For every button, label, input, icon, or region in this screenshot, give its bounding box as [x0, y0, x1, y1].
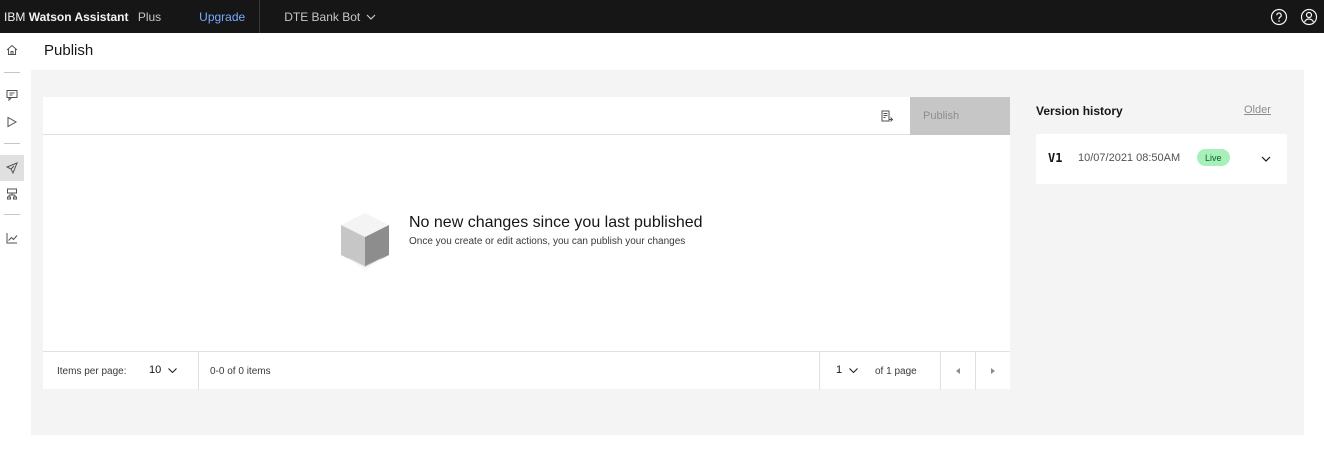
product-name[interactable]: IBM Watson Assistant Plus [4, 10, 161, 24]
top-header: IBM Watson Assistant Plus Upgrade DTE Ba… [0, 0, 1324, 33]
page-number: 1 [836, 364, 843, 376]
live-status-badge: Live [1197, 149, 1230, 166]
item-range: 0-0 of 0 items [210, 366, 271, 377]
publish-button[interactable]: Publish [910, 97, 1010, 135]
items-per-page-select[interactable]: 10 [149, 364, 178, 376]
rail-divider [4, 143, 20, 144]
empty-state-title: No new changes since you last published [409, 214, 703, 231]
upgrade-link[interactable]: Upgrade [199, 10, 245, 24]
version-item[interactable]: V1 10/07/2021 08:50AM Live [1036, 134, 1287, 184]
publish-icon[interactable] [0, 155, 24, 181]
items-per-page-label: Items per page: [57, 366, 127, 377]
home-icon[interactable] [4, 42, 20, 58]
header-divider [259, 0, 261, 33]
changes-table: Publish No new changes since you last pu… [43, 97, 1010, 390]
export-icon[interactable] [879, 108, 895, 124]
chevron-down-icon [168, 367, 178, 373]
version-history-title: Version history [1036, 104, 1123, 118]
chevron-down-icon [366, 14, 376, 20]
total-pages: of 1 page [875, 366, 917, 377]
help-icon[interactable] [1264, 0, 1294, 33]
page-title: Publish [44, 42, 94, 59]
rail-divider [4, 72, 20, 73]
empty-box-icon [341, 213, 389, 271]
chevron-down-icon [849, 367, 858, 373]
caret-left-icon [956, 368, 960, 374]
assistant-name: DTE Bank Bot [284, 9, 361, 24]
older-versions-link[interactable]: Older [1244, 104, 1271, 116]
pager-divider [198, 352, 199, 390]
previous-page-button[interactable] [941, 352, 975, 390]
page-select[interactable]: 1 [836, 364, 858, 376]
assistant-switcher[interactable]: DTE Bank Bot [284, 10, 376, 24]
version-number: V1 [1048, 151, 1063, 165]
pager-divider [819, 352, 820, 390]
plan-label: Plus [137, 9, 162, 24]
version-date: 10/07/2021 08:50AM [1078, 152, 1181, 164]
user-avatar-icon[interactable] [1294, 0, 1324, 33]
pagination: Items per page: 10 0-0 of 0 items 1 of 1… [43, 351, 1010, 390]
empty-state: No new changes since you last published … [43, 135, 1010, 351]
brand-product: Watson Assistant [28, 9, 129, 24]
analytics-icon[interactable] [4, 230, 20, 246]
table-toolbar: Publish [43, 97, 1010, 135]
chevron-down-icon[interactable] [1261, 156, 1271, 162]
empty-state-subtitle: Once you create or edit actions, you can… [409, 236, 686, 247]
rail-divider [4, 214, 20, 215]
items-per-page-value: 10 [149, 364, 162, 376]
brand-ibm: IBM [4, 9, 26, 24]
actions-icon[interactable] [4, 87, 20, 103]
caret-right-icon [991, 368, 995, 374]
preview-icon[interactable] [4, 114, 20, 130]
left-nav-rail [0, 33, 24, 450]
integrations-icon[interactable] [4, 186, 20, 202]
next-page-button[interactable] [976, 352, 1010, 390]
